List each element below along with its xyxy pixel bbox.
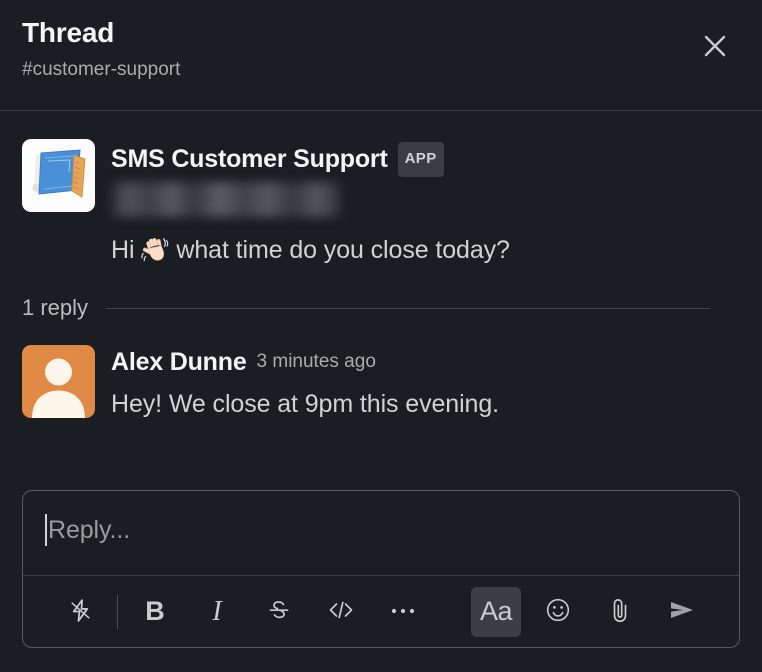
bold-icon: B (145, 596, 165, 626)
toolbar-divider (117, 594, 118, 629)
shortcuts-button[interactable] (55, 587, 105, 637)
reply-sender-name[interactable]: Alex Dunne (111, 347, 247, 377)
reply-divider: 1 reply (22, 295, 740, 321)
emoji-button[interactable] (533, 587, 583, 637)
more-options-button[interactable] (378, 587, 428, 637)
page-title: Thread (22, 17, 115, 48)
formatting-aa-icon: Aa (479, 596, 513, 626)
message-text-after-emoji: what time do you close today? (176, 236, 510, 264)
italic-icon: I (212, 595, 222, 627)
reply-message-body: Alex Dunne 3 minutes ago Hey! We close a… (111, 345, 740, 421)
reply-message-header: Alex Dunne 3 minutes ago (111, 347, 740, 377)
reply-timestamp[interactable]: 3 minutes ago (257, 347, 376, 377)
sender-name[interactable]: SMS Customer Support (111, 144, 388, 174)
code-button[interactable] (316, 587, 366, 637)
composer-toolbar: B I Aa (23, 575, 739, 647)
close-icon (702, 33, 728, 62)
reply-composer[interactable]: Reply... B I Aa (22, 490, 740, 648)
formatting-toggle-button[interactable]: Aa (471, 586, 521, 637)
thread-root-message: SMS Customer Support APP Hi what time do… (22, 139, 740, 267)
strikethrough-icon (266, 597, 292, 626)
bold-button[interactable]: B (130, 587, 180, 637)
italic-button[interactable]: I (192, 587, 242, 637)
thread-reply-message: Alex Dunne 3 minutes ago Hey! We close a… (22, 345, 740, 421)
send-paper-plane-icon (668, 598, 696, 625)
strikethrough-button[interactable] (254, 587, 304, 637)
attach-file-button[interactable] (595, 587, 645, 637)
text-caret (45, 514, 47, 546)
thread-messages: SMS Customer Support APP Hi what time do… (0, 111, 762, 476)
ellipsis-icon (390, 604, 416, 619)
composer-wrapper: Reply... B I Aa (0, 476, 762, 672)
code-icon (327, 597, 355, 626)
person-avatar (22, 345, 95, 418)
redacted-subtext (111, 182, 341, 217)
root-message-text: Hi what time do you close today? (111, 233, 740, 267)
waving-hand-emoji (138, 233, 172, 267)
blueprint-app-avatar (22, 139, 95, 212)
divider-line (106, 307, 710, 309)
reply-count-label: 1 reply (22, 295, 89, 320)
send-button[interactable] (657, 587, 707, 637)
channel-name: #customer-support (22, 59, 181, 80)
reply-message-text: Hey! We close at 9pm this evening. (111, 390, 499, 418)
root-message-body: SMS Customer Support APP Hi what time do… (111, 139, 740, 267)
thread-panel: Thread #customer-support SMS Customer Su… (0, 0, 762, 672)
smiley-icon (544, 596, 572, 627)
lightning-bolt-icon (68, 598, 93, 626)
app-badge: APP (397, 142, 444, 177)
close-thread-button[interactable] (694, 26, 736, 68)
root-message-header: SMS Customer Support APP (111, 141, 740, 177)
thread-header: Thread #customer-support (0, 0, 762, 111)
reply-input-placeholder: Reply... (48, 516, 131, 544)
message-text-before-emoji: Hi (111, 236, 135, 264)
paperclip-icon (607, 596, 633, 627)
reply-input[interactable]: Reply... (23, 491, 739, 575)
